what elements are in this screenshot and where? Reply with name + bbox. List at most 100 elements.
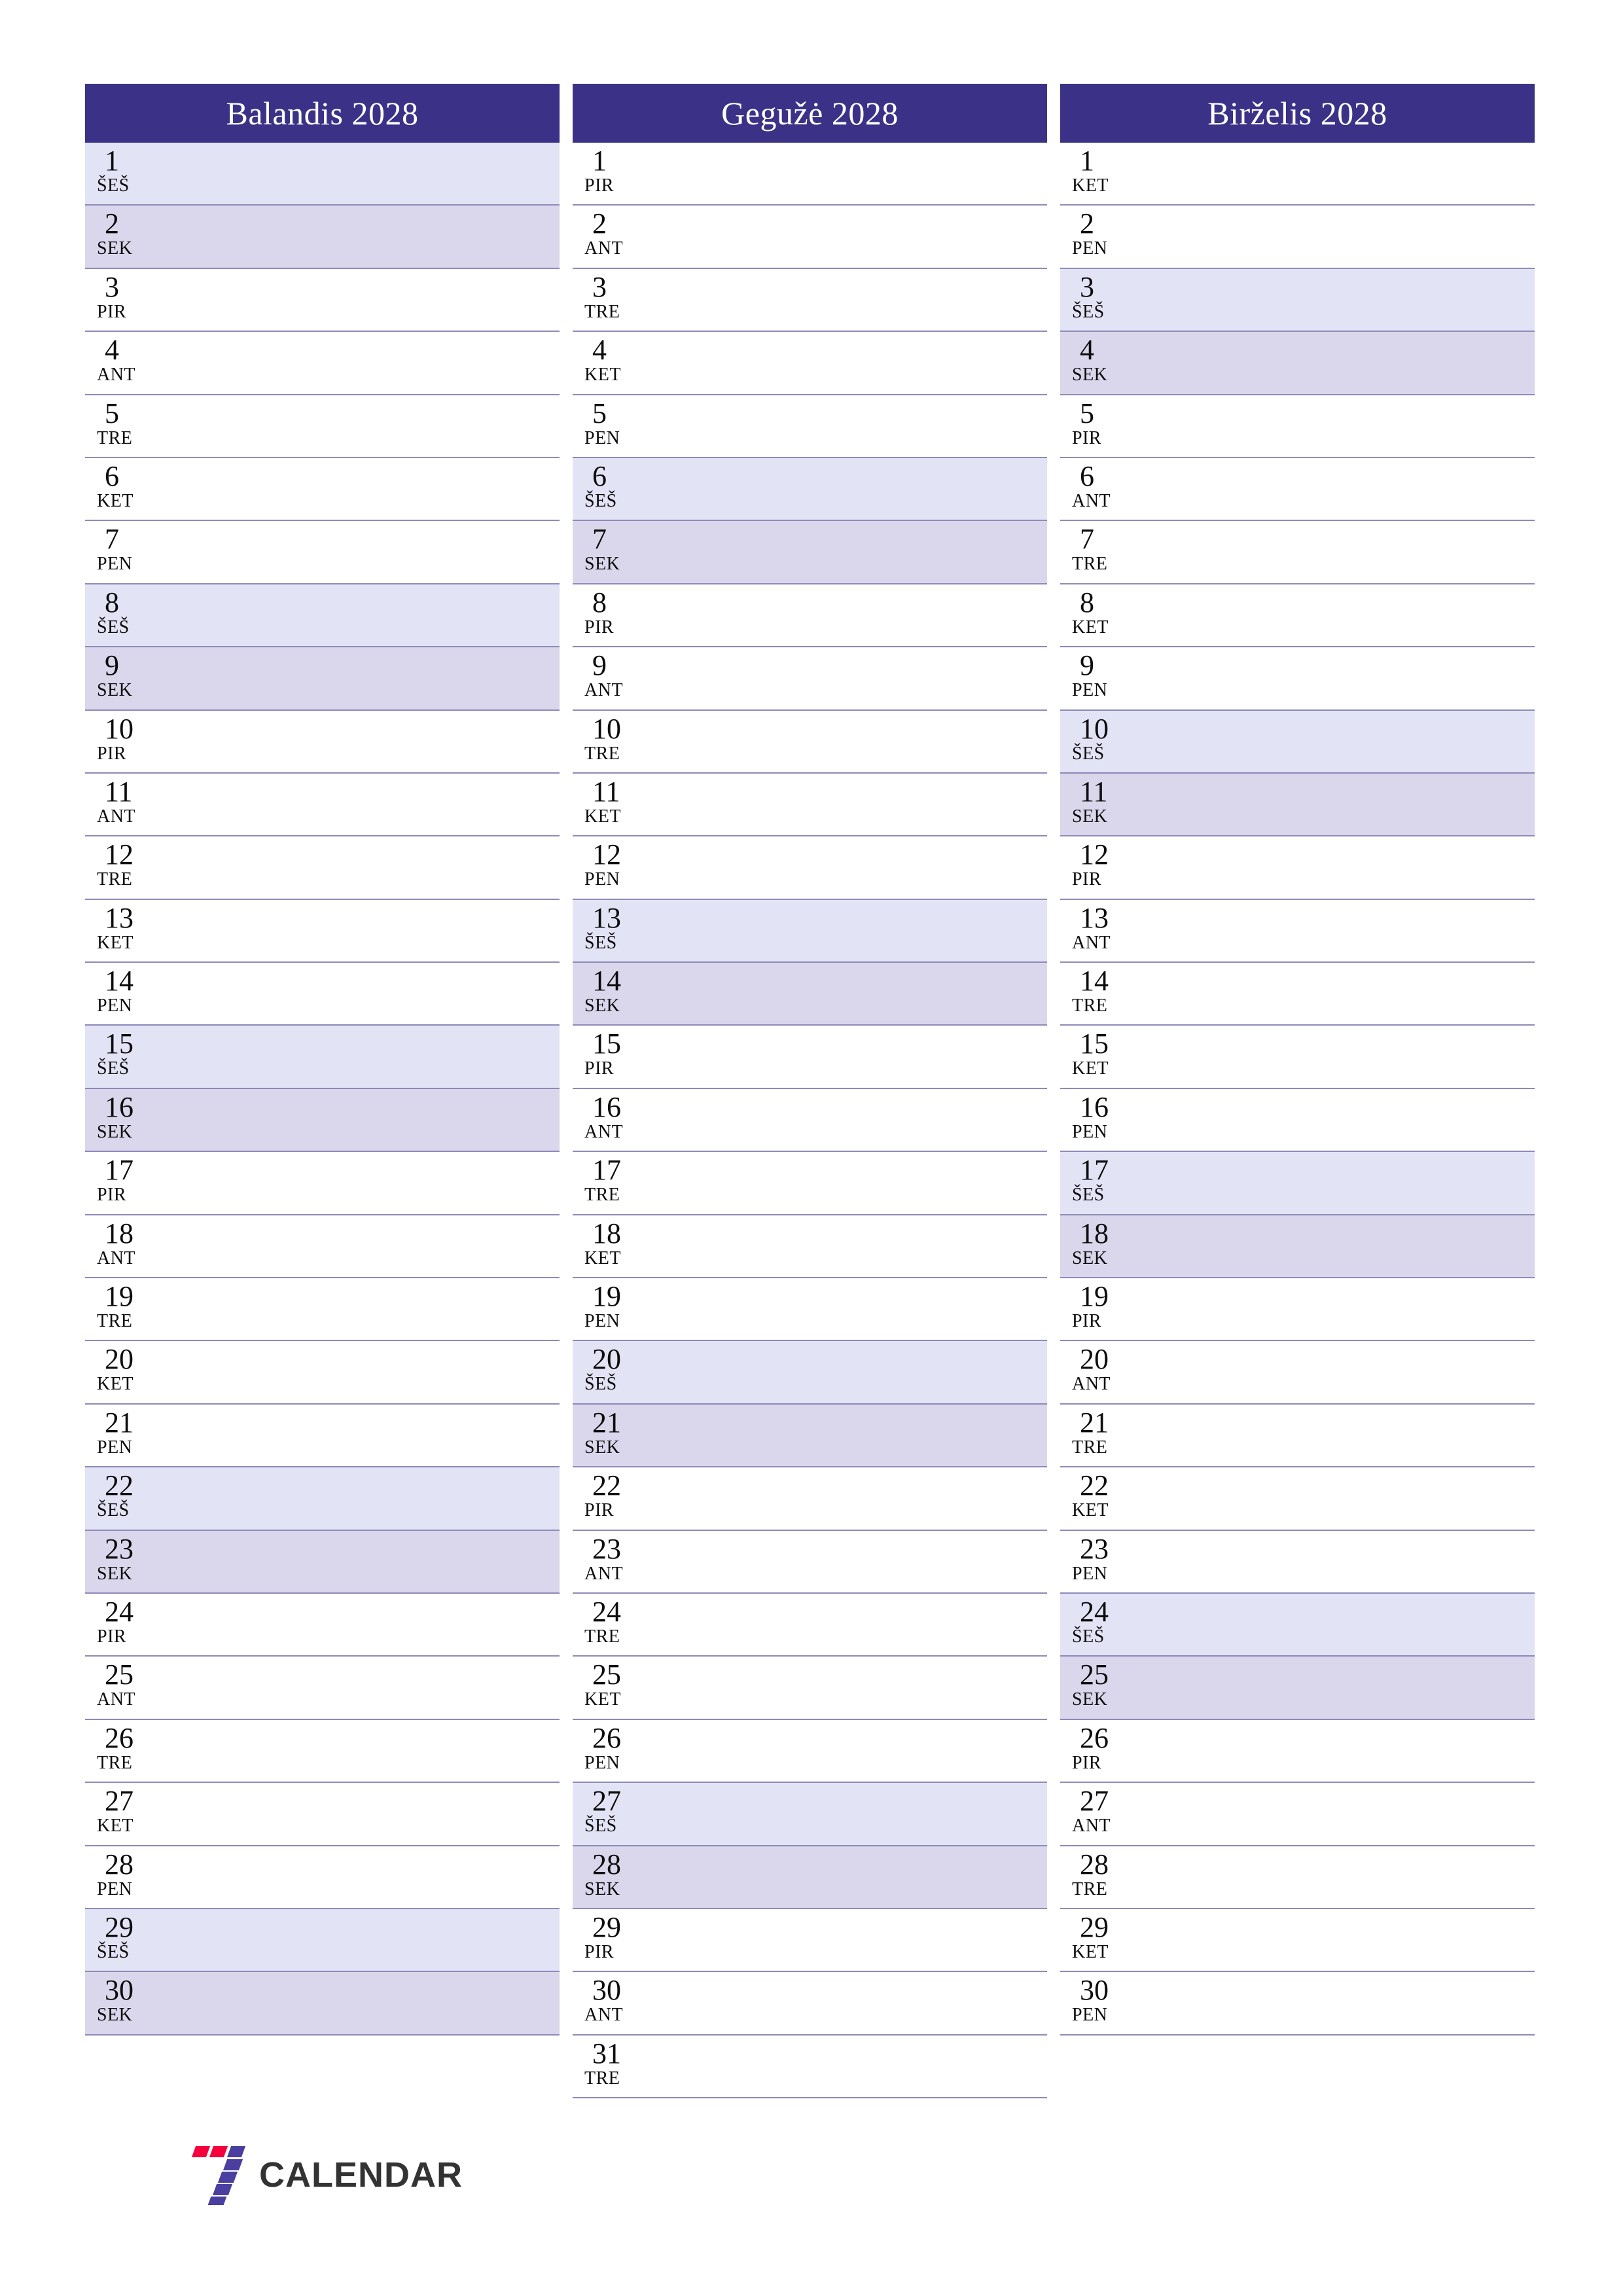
day-row[interactable]: 30 SEK [85,1972,560,2036]
day-row[interactable]: 17 PIR [85,1152,560,1215]
day-row[interactable]: 19 PEN [573,1278,1047,1342]
day-row[interactable]: 22 ŠEŠ [85,1467,560,1531]
day-row[interactable]: 25 KET [573,1657,1047,1720]
day-row[interactable]: 13 ANT [1060,899,1535,963]
day-row[interactable]: 6 KET [85,457,560,522]
day-row[interactable]: 1 ŠEŠ [85,143,560,206]
day-row[interactable]: 28 PEN [85,1846,560,1909]
day-row[interactable]: 20 ANT [1060,1341,1535,1405]
day-row[interactable]: 5 PEN [573,395,1047,458]
seven-calendar-logo[interactable]: CALENDAR [182,2145,463,2205]
day-row[interactable]: 7 SEK [573,521,1047,584]
day-row[interactable]: 3 PIR [85,268,560,332]
day-row[interactable]: 23 ANT [573,1530,1047,1594]
day-row[interactable]: 27 ŠEŠ [573,1783,1047,1846]
day-row[interactable]: 12 PEN [573,836,1047,900]
day-row[interactable]: 7 PEN [85,521,560,584]
day-row[interactable]: 19 TRE [85,1278,560,1342]
day-row[interactable]: 25 SEK [1060,1657,1535,1720]
day-row[interactable]: 11 ANT [85,773,560,837]
day-row[interactable]: 6 ŠEŠ [573,457,1047,522]
day-row[interactable]: 26 PIR [1060,1719,1535,1784]
day-row[interactable]: 15 KET [1060,1026,1535,1089]
day-number: 28 [592,1848,621,1880]
day-row[interactable]: 29 ŠEŠ [85,1909,560,1973]
day-row[interactable]: 2 ANT [573,206,1047,269]
day-number: 7 [105,523,119,556]
day-row[interactable]: 15 ŠEŠ [85,1026,560,1089]
day-row[interactable]: 4 KET [573,332,1047,395]
day-row[interactable]: 27 KET [85,1783,560,1846]
day-number: 29 [105,1910,134,1943]
day-row[interactable]: 15 PIR [573,1026,1047,1089]
weekday-abbrev: ŠEŠ [1072,1626,1105,1647]
day-row[interactable]: 10 TRE [573,710,1047,774]
day-row[interactable]: 3 ŠEŠ [1060,268,1535,332]
day-row[interactable]: 22 PIR [573,1467,1047,1531]
day-row[interactable]: 30 ANT [573,1972,1047,2036]
day-row[interactable]: 11 SEK [1060,773,1535,837]
day-row[interactable]: 18 KET [573,1215,1047,1279]
day-row[interactable]: 25 ANT [85,1657,560,1720]
day-row[interactable]: 18 SEK [1060,1215,1535,1279]
day-row[interactable]: 17 TRE [573,1152,1047,1215]
day-row[interactable]: 2 SEK [85,206,560,269]
day-row[interactable]: 9 SEK [85,647,560,711]
day-row[interactable]: 7 TRE [1060,521,1535,584]
day-row[interactable]: 24 TRE [573,1593,1047,1657]
day-row[interactable]: 28 SEK [573,1846,1047,1909]
day-row[interactable]: 29 KET [1060,1909,1535,1973]
day-row[interactable]: 19 PIR [1060,1278,1535,1342]
day-row[interactable]: 18 ANT [85,1215,560,1279]
day-number: 13 [1080,901,1109,934]
day-row[interactable]: 8 PIR [573,584,1047,648]
day-row[interactable]: 20 KET [85,1341,560,1405]
day-row[interactable]: 1 PIR [573,143,1047,206]
day-row[interactable]: 16 ANT [573,1088,1047,1153]
day-row[interactable]: 13 KET [85,899,560,963]
day-row[interactable]: 27 ANT [1060,1783,1535,1846]
day-row[interactable]: 12 PIR [1060,836,1535,900]
day-row[interactable]: 23 PEN [1060,1530,1535,1594]
day-row[interactable]: 2 PEN [1060,206,1535,269]
day-row[interactable]: 22 KET [1060,1467,1535,1531]
day-number: 7 [1080,523,1094,556]
day-row[interactable]: 8 KET [1060,584,1535,648]
day-row[interactable]: 9 ANT [573,647,1047,711]
day-row[interactable]: 4 SEK [1060,332,1535,395]
day-row[interactable]: 24 PIR [85,1593,560,1657]
day-row[interactable]: 21 SEK [573,1404,1047,1468]
day-row[interactable]: 14 SEK [573,963,1047,1026]
day-row[interactable]: 24 ŠEŠ [1060,1593,1535,1657]
day-row[interactable]: 10 ŠEŠ [1060,710,1535,774]
day-row[interactable]: 21 PEN [85,1404,560,1468]
day-row[interactable]: 28 TRE [1060,1846,1535,1909]
day-row[interactable]: 3 TRE [573,268,1047,332]
day-row[interactable]: 13 ŠEŠ [573,899,1047,963]
day-row[interactable]: 5 PIR [1060,395,1535,458]
day-row[interactable]: 17 ŠEŠ [1060,1152,1535,1215]
day-number: 18 [105,1217,134,1249]
day-row[interactable]: 23 SEK [85,1530,560,1594]
day-row[interactable]: 16 SEK [85,1088,560,1153]
day-row[interactable]: 8 ŠEŠ [85,584,560,648]
day-row[interactable]: 9 PEN [1060,647,1535,711]
day-row[interactable]: 26 TRE [85,1719,560,1784]
day-row[interactable]: 26 PEN [573,1719,1047,1784]
day-row[interactable]: 4 ANT [85,332,560,395]
day-row[interactable]: 31 TRE [573,2035,1047,2099]
day-row[interactable]: 29 PIR [573,1909,1047,1973]
day-row[interactable]: 5 TRE [85,395,560,458]
day-row[interactable]: 6 ANT [1060,457,1535,522]
weekday-abbrev: PIR [97,1185,127,1206]
day-row[interactable]: 14 PEN [85,963,560,1026]
day-row[interactable]: 10 PIR [85,710,560,774]
day-row[interactable]: 11 KET [573,773,1047,837]
day-row[interactable]: 30 PEN [1060,1972,1535,2036]
day-row[interactable]: 21 TRE [1060,1404,1535,1468]
day-row[interactable]: 12 TRE [85,836,560,900]
day-row[interactable]: 16 PEN [1060,1088,1535,1153]
day-row[interactable]: 1 KET [1060,143,1535,206]
day-row[interactable]: 14 TRE [1060,963,1535,1026]
day-row[interactable]: 20 ŠEŠ [573,1341,1047,1405]
